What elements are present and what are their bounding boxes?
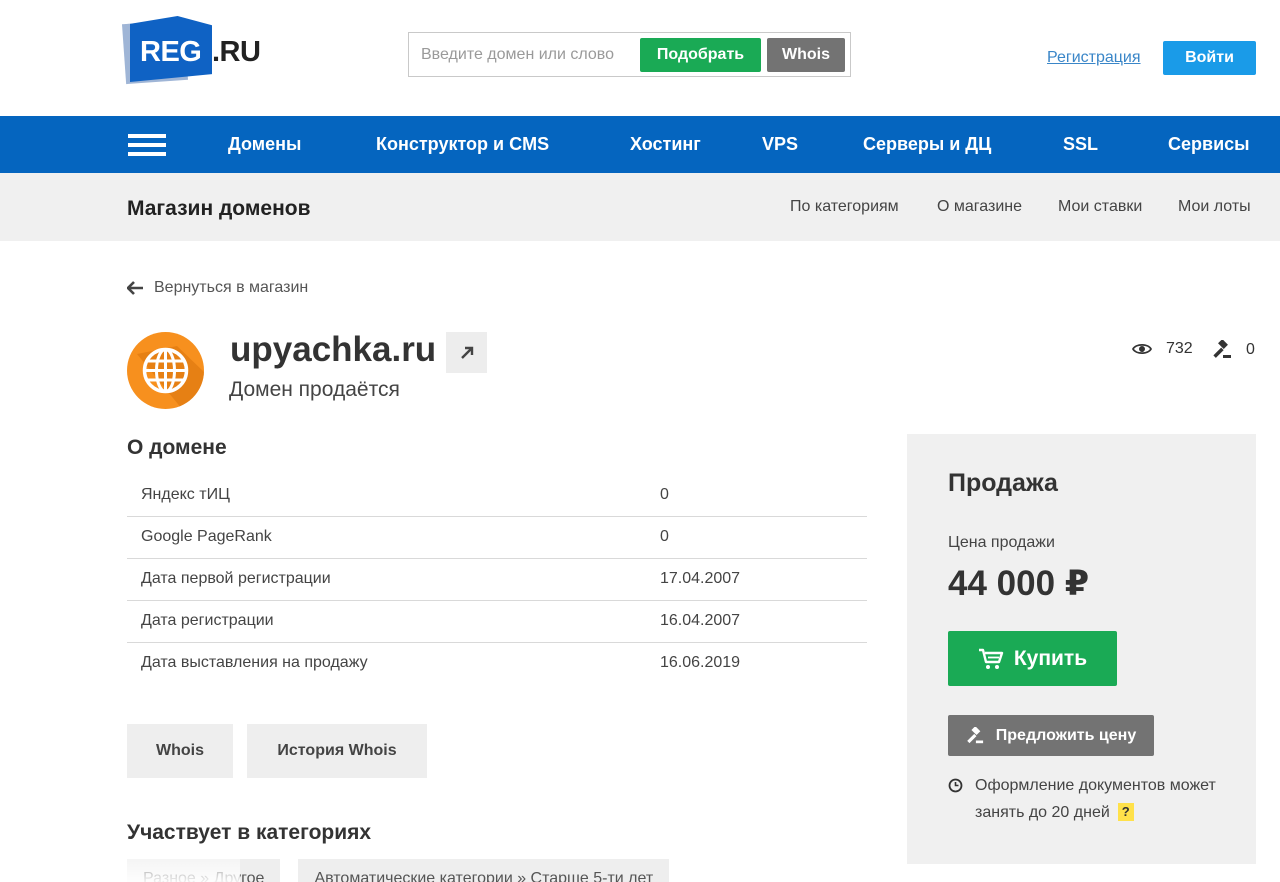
- subnav-link-categories[interactable]: По категориям: [790, 198, 899, 216]
- gavel-icon: [1213, 340, 1231, 358]
- about-domain-title: О домене: [127, 436, 227, 459]
- row-value: 16.04.2007: [660, 612, 741, 629]
- category-tags: Разное » Другое Автоматические категории…: [127, 859, 687, 882]
- row-value: 16.06.2019: [660, 654, 741, 671]
- row-key: Дата первой регистрации: [141, 570, 331, 587]
- sale-price-label: Цена продажи: [948, 534, 1055, 551]
- whois-history-button[interactable]: История Whois: [247, 724, 427, 778]
- table-row: Дата выставления на продажу 16.06.2019: [127, 643, 867, 685]
- nav-item-services[interactable]: Сервисы: [1168, 134, 1250, 155]
- pick-domain-button[interactable]: Подобрать: [640, 38, 761, 72]
- back-link-label: Вернуться в магазин: [154, 279, 309, 296]
- domain-search-box: Подобрать Whois: [408, 32, 851, 77]
- nav-item-servers-dc[interactable]: Серверы и ДЦ: [863, 134, 991, 155]
- reg-ru-logo[interactable]: REG .RU: [121, 14, 274, 85]
- domain-info-table: Яндекс тИЦ 0 Google PageRank 0 Дата перв…: [127, 475, 867, 685]
- nav-item-constructor-cms[interactable]: Конструктор и CMS: [376, 134, 549, 155]
- main-nav: Домены Конструктор и CMS Хостинг VPS Сер…: [0, 116, 1280, 173]
- nav-item-domains[interactable]: Домены: [228, 134, 301, 155]
- note-label: Оформление документов может занять до 20…: [975, 777, 1216, 821]
- category-tag[interactable]: Автоматические категории » Старше 5-ти л…: [298, 859, 670, 882]
- bids-count: 0: [1246, 341, 1255, 358]
- help-question-icon[interactable]: ?: [1117, 803, 1134, 821]
- table-row: Яндекс тИЦ 0: [127, 475, 867, 517]
- buy-button-label: Купить: [1013, 646, 1088, 670]
- subnav-link-my-bids[interactable]: Мои ставки: [1058, 198, 1142, 216]
- sale-price: 44 000 ₽: [948, 564, 1090, 603]
- documents-note-text: Оформление документов может занять до 20…: [975, 772, 1245, 826]
- clock-icon: [948, 778, 963, 793]
- bids-counter: 0: [1212, 340, 1255, 360]
- sale-panel: Продажа Цена продажи 44 000 ₽ Купить Пре…: [907, 434, 1256, 864]
- domain-name-heading: upyachka.ru: [230, 330, 437, 369]
- sale-title: Продажа: [948, 469, 1058, 497]
- gavel-icon: [967, 726, 983, 743]
- hamburger-menu-icon[interactable]: [128, 134, 166, 156]
- row-key: Google PageRank: [141, 528, 272, 545]
- offer-price-button[interactable]: Предложить цену: [948, 715, 1154, 756]
- domain-status: Домен продаётся: [229, 378, 400, 401]
- shop-subnav: Магазин доменов По категориям О магазине…: [0, 173, 1280, 241]
- row-value: 17.04.2007: [660, 570, 741, 587]
- subnav-link-my-lots[interactable]: Мои лоты: [1178, 198, 1251, 216]
- row-key: Дата регистрации: [141, 612, 274, 629]
- logo-text-reg: REG: [140, 36, 202, 68]
- open-domain-link-icon[interactable]: [446, 332, 487, 373]
- offer-button-label: Предложить цену: [995, 726, 1137, 744]
- table-row: Дата первой регистрации 17.04.2007: [127, 559, 867, 601]
- eye-icon: [1132, 343, 1152, 355]
- row-value: 0: [660, 486, 669, 503]
- views-count: 732: [1166, 340, 1193, 357]
- shop-title[interactable]: Магазин доменов: [127, 197, 311, 221]
- globe-icon: [127, 332, 204, 409]
- category-tag[interactable]: Разное » Другое: [127, 859, 281, 882]
- nav-item-vps[interactable]: VPS: [762, 134, 798, 155]
- categories-title: Участвует в категориях: [127, 821, 372, 844]
- whois-search-button[interactable]: Whois: [767, 38, 845, 72]
- nav-item-ssl[interactable]: SSL: [1063, 134, 1098, 155]
- row-key: Яндекс тИЦ: [141, 486, 230, 503]
- back-to-shop-link[interactable]: Вернуться в магазин: [127, 279, 308, 297]
- site-header: REG .RU Подобрать Whois Регистрация Войт…: [0, 0, 1280, 116]
- nav-item-hosting[interactable]: Хостинг: [630, 134, 701, 155]
- login-button[interactable]: Войти: [1163, 41, 1256, 75]
- table-row: Google PageRank 0: [127, 517, 867, 559]
- arrow-left-icon: [127, 281, 143, 295]
- table-row: Дата регистрации 16.04.2007: [127, 601, 867, 643]
- row-value: 0: [660, 528, 669, 545]
- register-link[interactable]: Регистрация: [1047, 49, 1141, 67]
- whois-button[interactable]: Whois: [127, 724, 233, 778]
- domain-search-input[interactable]: [410, 34, 636, 75]
- buy-button[interactable]: Купить: [948, 631, 1117, 686]
- cart-icon: [978, 648, 1004, 669]
- subnav-link-about-shop[interactable]: О магазине: [937, 198, 1022, 216]
- views-counter: 732: [1132, 340, 1193, 358]
- row-key: Дата выставления на продажу: [141, 654, 368, 671]
- logo-text-ru: .RU: [212, 36, 261, 68]
